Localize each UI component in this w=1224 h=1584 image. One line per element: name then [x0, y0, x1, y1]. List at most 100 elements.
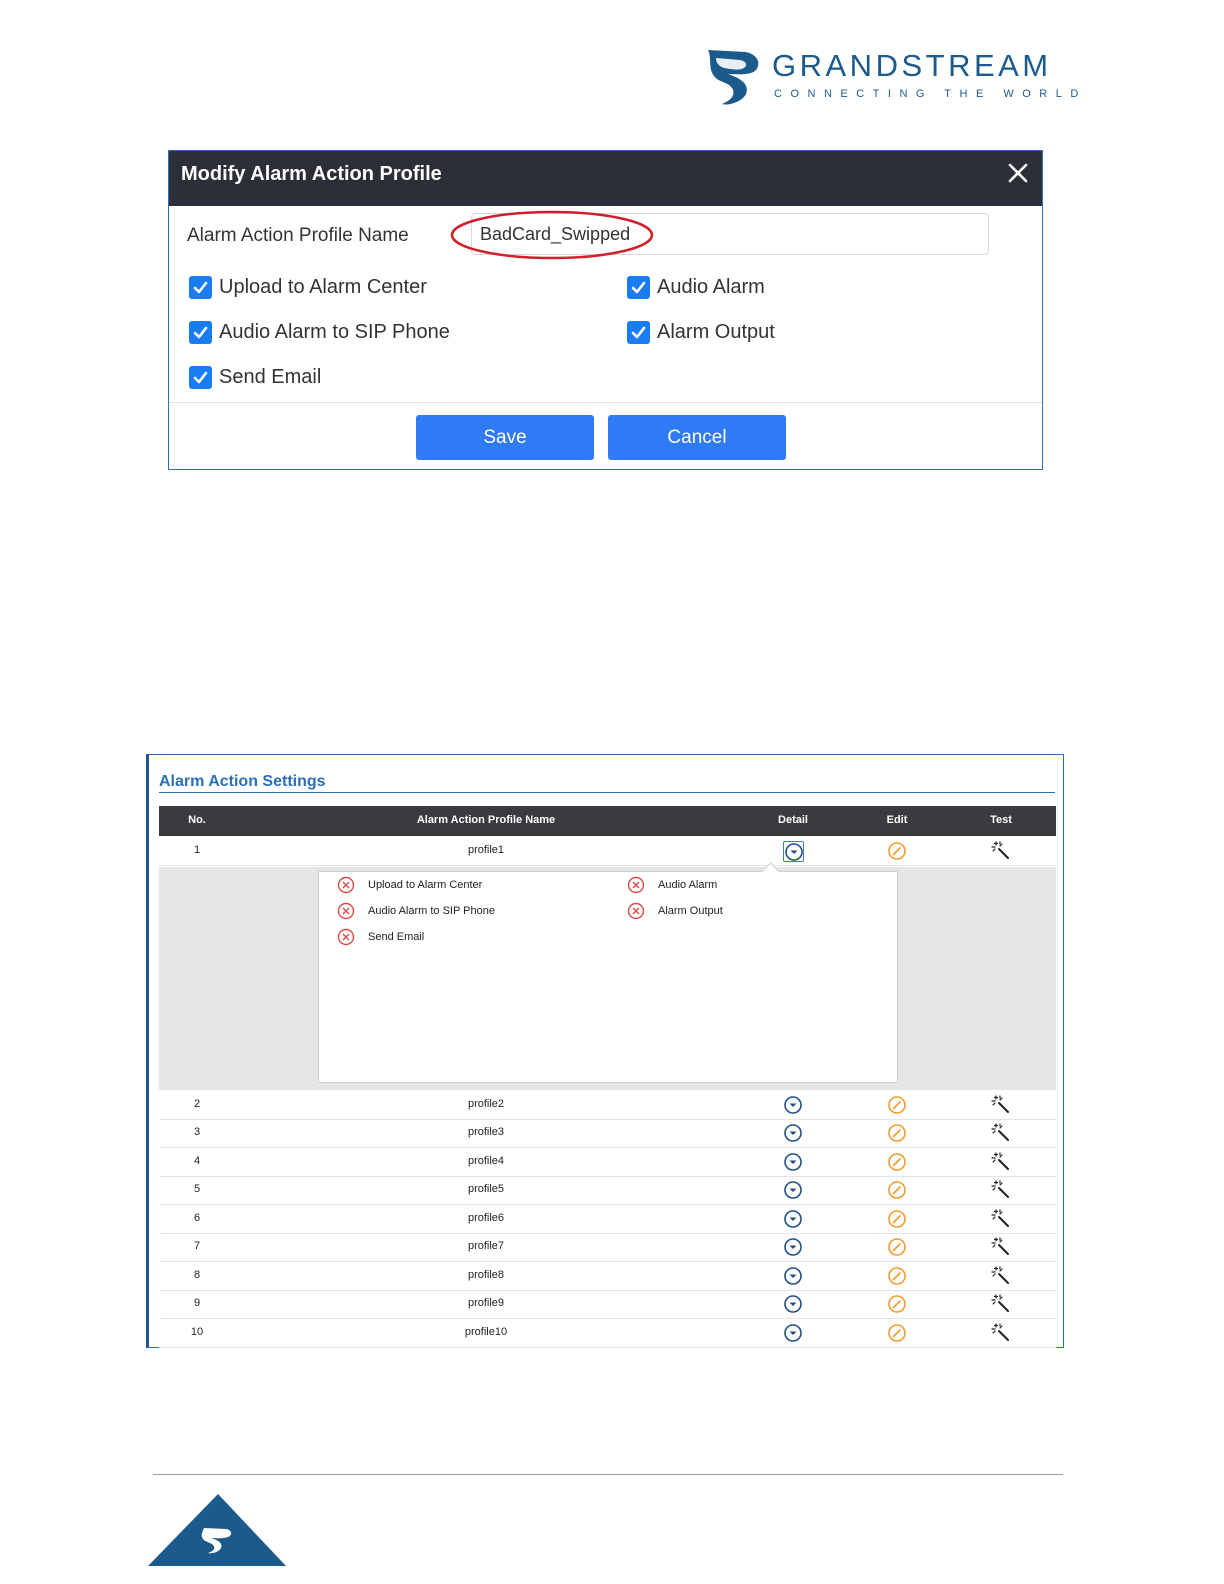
dialog-header: Modify Alarm Action Profile	[169, 151, 1042, 206]
x-circle-icon	[337, 902, 355, 920]
chevron-down-circle-icon[interactable]	[783, 1152, 803, 1172]
chevron-down-circle-icon[interactable]	[783, 1180, 803, 1200]
detail-item-label: Audio Alarm to SIP Phone	[368, 905, 495, 917]
table-row: 2 profile2	[159, 1091, 1056, 1120]
chevron-down-circle-icon[interactable]	[782, 841, 804, 862]
row-profile-name: profile2	[467, 1098, 505, 1110]
detail-item: Alarm Output	[627, 902, 723, 920]
option-label: Audio Alarm	[657, 276, 765, 298]
edit-circle-icon[interactable]	[887, 1209, 907, 1229]
detail-cell	[753, 1237, 833, 1257]
magic-wand-icon[interactable]	[991, 1152, 1011, 1172]
close-icon[interactable]	[1006, 161, 1030, 185]
brand-name: GRANDSTREAM	[772, 48, 1052, 83]
edit-cell	[857, 1294, 937, 1314]
row-profile-name: profile9	[467, 1297, 505, 1309]
edit-cell	[857, 1095, 937, 1115]
table-row: 1 profile1	[159, 837, 1056, 866]
edit-circle-icon[interactable]	[887, 841, 907, 861]
magic-wand-icon[interactable]	[991, 1294, 1011, 1314]
row-number: 3	[193, 1126, 201, 1138]
grandstream-mark-icon	[708, 50, 759, 105]
table-row: 4 profile4	[159, 1148, 1056, 1177]
checkbox-checked-icon[interactable]	[189, 321, 212, 344]
footer-divider	[153, 1474, 1063, 1475]
column-header-no: No.	[188, 814, 206, 826]
row-profile-name: profile4	[467, 1155, 505, 1167]
row-profile-name: profile1	[467, 844, 505, 856]
table-row: 9 profile9	[159, 1290, 1056, 1319]
test-cell	[959, 841, 1043, 861]
chevron-down-circle-icon[interactable]	[783, 1123, 803, 1143]
edit-circle-icon[interactable]	[887, 1237, 907, 1257]
detail-item-label: Alarm Output	[658, 905, 723, 917]
magic-wand-icon[interactable]	[991, 841, 1011, 861]
table-row: 6 profile6	[159, 1205, 1056, 1234]
checkbox-checked-icon[interactable]	[189, 366, 212, 389]
magic-wand-icon[interactable]	[991, 1209, 1011, 1229]
test-cell	[959, 1266, 1043, 1286]
checkbox-checked-icon[interactable]	[627, 276, 650, 299]
row-profile-name: profile6	[467, 1212, 505, 1224]
option-label: Audio Alarm to SIP Phone	[219, 321, 450, 343]
magic-wand-icon[interactable]	[991, 1095, 1011, 1115]
profile-name-input[interactable]	[471, 213, 989, 255]
row-number: 7	[193, 1240, 201, 1252]
table-row: 3 profile3	[159, 1119, 1056, 1148]
row-profile-name: profile5	[467, 1183, 505, 1195]
x-circle-icon	[337, 928, 355, 946]
edit-circle-icon[interactable]	[887, 1266, 907, 1286]
chevron-down-circle-icon[interactable]	[783, 1095, 803, 1115]
edit-circle-icon[interactable]	[887, 1152, 907, 1172]
option-audio-alarm[interactable]: Audio Alarm	[627, 276, 765, 299]
dialog-divider	[169, 402, 1042, 403]
row-number: 1	[193, 844, 201, 856]
test-cell	[959, 1095, 1043, 1115]
magic-wand-icon[interactable]	[991, 1323, 1011, 1343]
edit-cell	[857, 1209, 937, 1229]
option-label: Alarm Output	[657, 321, 775, 343]
save-button[interactable]: Save	[416, 415, 594, 460]
edit-cell	[857, 841, 937, 861]
row-number: 2	[193, 1098, 201, 1110]
checkbox-checked-icon[interactable]	[189, 276, 212, 299]
edit-cell	[857, 1266, 937, 1286]
column-header-edit: Edit	[886, 814, 908, 826]
column-header-name: Alarm Action Profile Name	[416, 814, 556, 826]
option-send-email[interactable]: Send Email	[189, 366, 321, 389]
detail-cell	[753, 1123, 833, 1143]
edit-circle-icon[interactable]	[887, 1095, 907, 1115]
edit-cell	[857, 1123, 937, 1143]
edit-circle-icon[interactable]	[887, 1180, 907, 1200]
profile-name-label: Alarm Action Profile Name	[187, 225, 409, 246]
edit-circle-icon[interactable]	[887, 1294, 907, 1314]
chevron-down-circle-icon[interactable]	[783, 1294, 803, 1314]
edit-circle-icon[interactable]	[887, 1123, 907, 1143]
table-row: 7 profile7	[159, 1233, 1056, 1262]
chevron-down-circle-icon[interactable]	[783, 1237, 803, 1257]
magic-wand-icon[interactable]	[991, 1237, 1011, 1257]
row-number: 4	[193, 1155, 201, 1167]
table-header: No. Alarm Action Profile Name Detail Edi…	[159, 806, 1056, 836]
edit-cell	[857, 1237, 937, 1257]
option-audio-alarm-sip-phone[interactable]: Audio Alarm to SIP Phone	[189, 321, 450, 344]
magic-wand-icon[interactable]	[991, 1266, 1011, 1286]
chevron-down-circle-icon[interactable]	[783, 1323, 803, 1343]
option-upload-alarm-center[interactable]: Upload to Alarm Center	[189, 276, 427, 299]
edit-cell	[857, 1180, 937, 1200]
column-header-test: Test	[990, 814, 1012, 826]
chevron-down-circle-icon[interactable]	[783, 1266, 803, 1286]
option-alarm-output[interactable]: Alarm Output	[627, 321, 775, 344]
detail-item-label: Upload to Alarm Center	[368, 879, 483, 891]
test-cell	[959, 1323, 1043, 1343]
magic-wand-icon[interactable]	[991, 1180, 1011, 1200]
cancel-button[interactable]: Cancel	[608, 415, 786, 460]
edit-cell	[857, 1152, 937, 1172]
magic-wand-icon[interactable]	[991, 1123, 1011, 1143]
checkbox-checked-icon[interactable]	[627, 321, 650, 344]
chevron-down-circle-icon[interactable]	[783, 1209, 803, 1229]
row-number: 8	[193, 1269, 201, 1281]
detail-cell	[753, 841, 833, 862]
edit-circle-icon[interactable]	[887, 1323, 907, 1343]
detail-cell	[753, 1266, 833, 1286]
